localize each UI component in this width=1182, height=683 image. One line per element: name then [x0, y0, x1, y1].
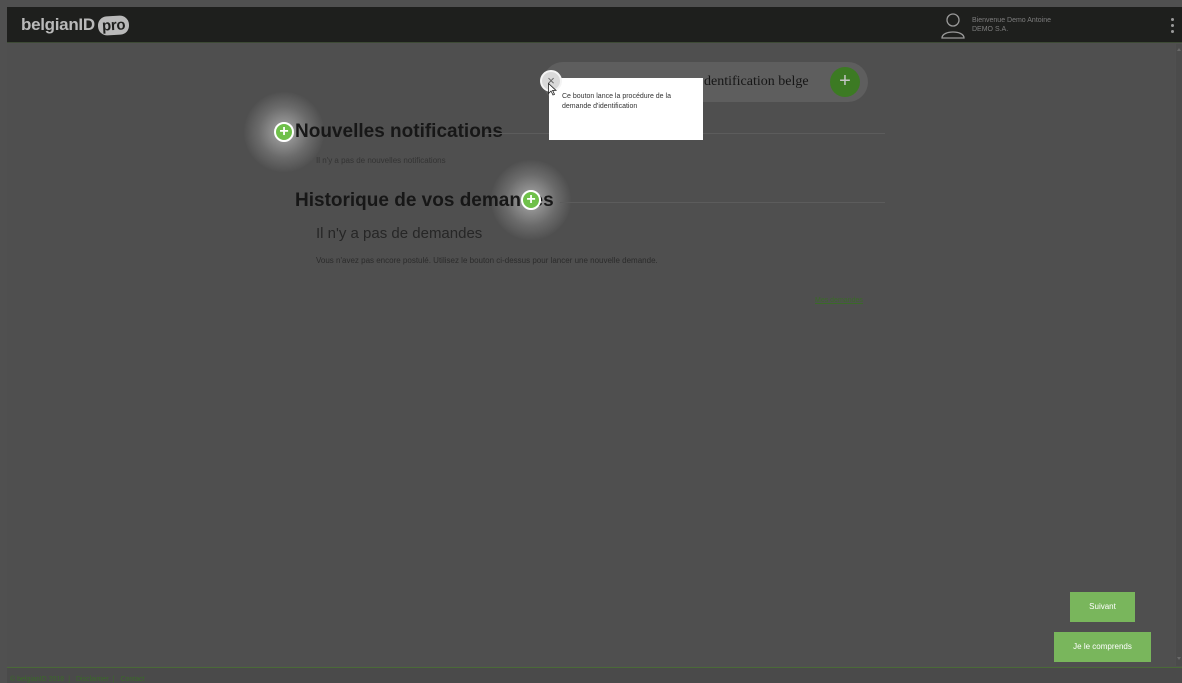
- logo-text: belgianID: [21, 15, 95, 34]
- no-requests-title: Il n'y a pas de demandes: [316, 225, 483, 242]
- footer-contact-link[interactable]: Contact: [120, 676, 144, 683]
- scrollbar[interactable]: [1176, 44, 1182, 666]
- mouse-cursor-icon: [548, 83, 557, 96]
- footer-copyright: © belgianID 2018: [10, 676, 65, 683]
- footer-separator: |: [68, 676, 71, 683]
- notifications-empty-text: Il n'y a pas de nouvelles notifications: [316, 156, 446, 165]
- footer-links: © belgianID 2018 | Disclaimer | Contact: [10, 676, 149, 683]
- new-request-plus-icon[interactable]: +: [830, 67, 860, 97]
- section-divider: [560, 202, 885, 203]
- history-hint-plus-icon[interactable]: +: [521, 190, 541, 210]
- footer: [7, 667, 1182, 683]
- no-requests-description: Vous n'avez pas encore postulé. Utilisez…: [316, 256, 658, 265]
- logo-pro-badge: pro: [97, 14, 130, 36]
- top-navigation-bar: belgianID pro Bienvenue Demo Antoine DEM…: [7, 7, 1182, 43]
- notifications-hint-plus-icon[interactable]: +: [274, 122, 294, 142]
- new-request-label: dentification belge: [704, 74, 809, 89]
- scroll-up-arrow-icon[interactable]: [1177, 48, 1181, 51]
- my-requests-link[interactable]: Mes demandes: [815, 297, 863, 304]
- user-info[interactable]: Bienvenue Demo Antoine DEMO S.A.: [972, 16, 1051, 34]
- scroll-down-arrow-icon[interactable]: [1177, 657, 1181, 660]
- notifications-title: Nouvelles notifications: [295, 121, 503, 142]
- more-vertical-icon[interactable]: [1170, 18, 1174, 33]
- next-button[interactable]: Suivant: [1070, 592, 1135, 622]
- understand-button[interactable]: Je le comprends: [1054, 632, 1151, 662]
- user-company: DEMO S.A.: [972, 26, 1009, 33]
- user-icon[interactable]: [940, 11, 966, 39]
- footer-separator: |: [112, 676, 115, 683]
- tooltip-text: Ce bouton lance la procédure de la deman…: [562, 93, 671, 110]
- footer-disclaimer-link[interactable]: Disclaimer: [76, 676, 109, 683]
- history-title: Historique de vos demandes: [295, 190, 554, 211]
- user-greeting: Bienvenue Demo Antoine: [972, 17, 1051, 24]
- belgianid-logo[interactable]: belgianID pro: [21, 14, 130, 36]
